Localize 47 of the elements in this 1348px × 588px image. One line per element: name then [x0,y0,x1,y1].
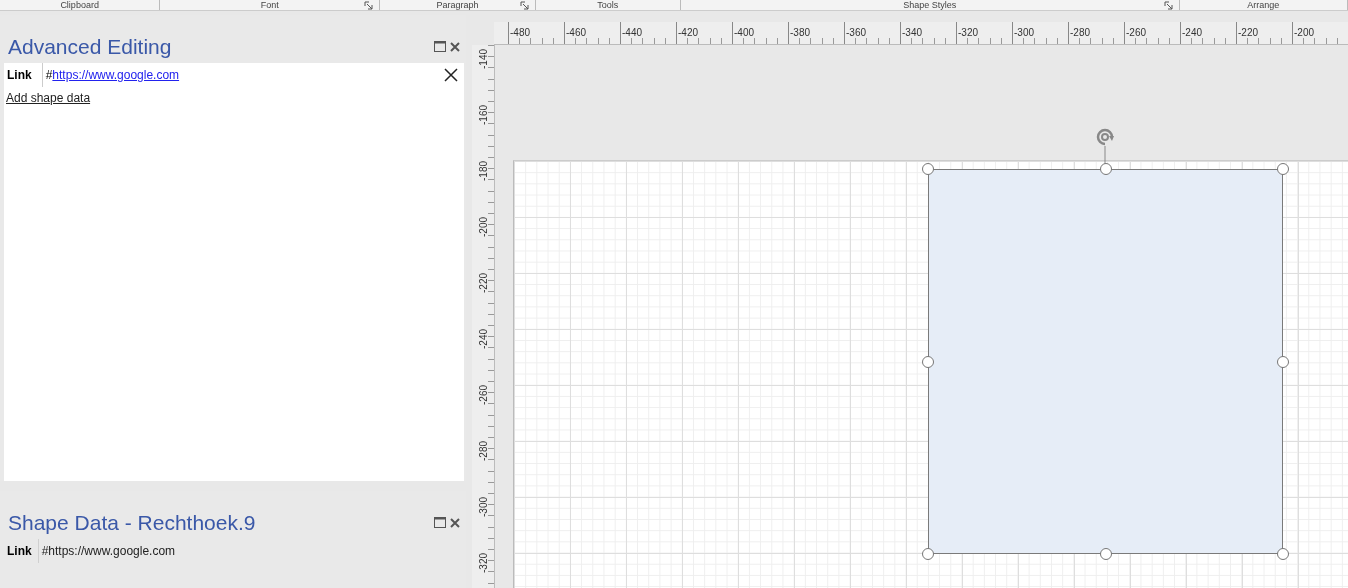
ruler-label: -300 [477,496,489,517]
ribbon-group-label: Paragraph [436,1,479,10]
dialog-launcher-icon[interactable] [519,1,529,10]
ruler-label: -240 [477,328,489,349]
dialog-launcher-icon[interactable] [364,1,374,10]
panel-title: Shape Data - Rechthoek.9 [8,511,257,535]
ruler-label: -260 [477,384,489,405]
field-label: Link [0,539,39,563]
ruler-label: -220 [1237,27,1258,38]
ruler-label: -340 [901,27,922,38]
hash-prefix: # [45,68,53,82]
maximize-icon[interactable] [434,517,446,529]
close-icon[interactable] [444,68,458,82]
ruler-label: -200 [1293,27,1314,38]
field-label: Link [4,63,43,87]
ruler-label: -360 [845,27,866,38]
ruler-label: -160 [477,104,489,125]
ruler-label: -280 [1069,27,1090,38]
field-value: #https://www.google.com [40,544,176,558]
ruler-label: -280 [477,440,489,461]
ruler-label: -320 [957,27,978,38]
ruler-label: -300 [1013,27,1034,38]
ruler-label: -460 [565,27,586,38]
hyperlink[interactable]: https://www.google.com [52,68,180,82]
ruler-label: -200 [477,216,489,237]
ruler-label: -400 [733,27,754,38]
ruler-label: -420 [677,27,698,38]
ruler-label: -380 [789,27,810,38]
maximize-icon[interactable] [434,41,446,53]
close-icon[interactable] [450,42,460,52]
ruler-label: -480 [509,27,530,38]
ribbon-group-label: Clipboard [60,1,99,10]
ruler-label: -240 [1181,27,1202,38]
ruler-label: -320 [477,552,489,573]
ruler-label: -440 [621,27,642,38]
ribbon-group-label: Shape Styles [903,1,957,10]
dialog-launcher-icon[interactable] [1163,1,1173,10]
ribbon-group-label: Tools [597,1,619,10]
add-shape-data-link[interactable]: Add shape data [6,91,91,105]
close-icon[interactable] [450,518,460,528]
ruler-label: -180 [477,160,489,181]
ribbon-group-label: Font [260,1,279,10]
ribbon-group-label: Arrange [1247,1,1280,10]
ruler-label: -140 [477,48,489,69]
ruler-label: -220 [477,272,489,293]
panel-title: Advanced Editing [8,35,173,59]
ruler-label: -260 [1125,27,1146,38]
